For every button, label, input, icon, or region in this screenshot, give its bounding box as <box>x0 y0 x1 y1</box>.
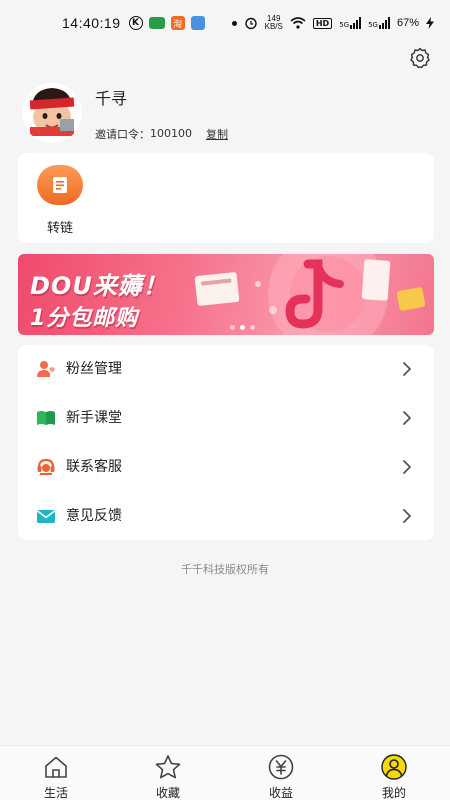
taobao-app-icon: 淘 <box>170 16 185 30</box>
tab-favorites[interactable]: 收藏 <box>138 754 198 800</box>
user-icon <box>380 754 408 780</box>
bottom-tab-bar: 生活 收藏 收益 我的 <box>0 745 450 800</box>
k-app-icon: K <box>128 16 143 30</box>
menu-label: 联系客服 <box>66 459 122 475</box>
invite-label: 邀请口令： <box>95 127 150 141</box>
charging-icon <box>426 17 434 29</box>
network-speed: 149 KB/S <box>265 15 283 31</box>
username: 千寻 <box>95 88 128 108</box>
tab-label: 我的 <box>381 786 406 800</box>
pager-dot <box>250 325 255 330</box>
avatar-image <box>22 83 82 143</box>
feedback-mail-icon <box>36 507 56 525</box>
banner-headline: DOU来薅！ <box>30 272 168 300</box>
chevron-right-icon <box>403 509 411 523</box>
network-type-1: 5G <box>339 21 350 29</box>
tab-label: 收藏 <box>155 786 180 800</box>
avatar[interactable] <box>22 83 82 143</box>
speed-unit: KB/S <box>264 22 283 31</box>
menu-item-feedback[interactable]: 意见反馈 <box>18 492 434 540</box>
hd-icon: HD <box>312 17 333 29</box>
menu-item-fans[interactable]: 粉丝管理 <box>18 345 434 393</box>
customer-service-icon <box>36 458 56 476</box>
tab-life[interactable]: 生活 <box>26 754 86 800</box>
menu-list: 粉丝管理 新手课堂 联系客服 意见反馈 <box>18 345 434 540</box>
signal-5g-2: 5G <box>368 17 390 29</box>
settings-button[interactable] <box>408 46 432 70</box>
banner-pager <box>230 325 255 330</box>
menu-label: 粉丝管理 <box>66 361 122 377</box>
menu-item-customer-service[interactable]: 联系客服 <box>18 443 434 491</box>
chevron-right-icon <box>403 460 411 474</box>
book-icon <box>36 409 56 427</box>
menu-item-tutorial[interactable]: 新手课堂 <box>18 394 434 442</box>
chevron-right-icon <box>403 362 411 376</box>
yuan-icon <box>267 754 295 780</box>
copy-invite-button[interactable]: 复制 <box>206 126 228 142</box>
banner-subheadline: 1分包邮购 <box>30 306 139 331</box>
invite-row: 邀请口令： 100100 复制 <box>95 126 228 142</box>
home-icon <box>42 754 70 780</box>
notification-dot-icon <box>231 20 237 26</box>
copyright-text: 千千科技版权所有 <box>181 563 269 576</box>
menu-label: 意见反馈 <box>66 508 122 524</box>
tools-card: 转链 <box>18 153 434 243</box>
battery-level: 67% <box>396 17 419 29</box>
tab-earnings[interactable]: 收益 <box>251 754 311 800</box>
pager-dot <box>230 325 235 330</box>
profile-info: 千寻 邀请口令： 100100 复制 <box>95 85 228 142</box>
tab-label: 收益 <box>268 786 293 800</box>
blue-app-icon <box>190 16 205 30</box>
signal-5g-1: 5G <box>339 17 362 29</box>
alarm-icon <box>244 17 257 30</box>
profile-header: 千寻 邀请口令： 100100 复制 <box>22 78 228 148</box>
gear-icon <box>410 47 430 69</box>
pager-dot-active <box>240 325 245 330</box>
tab-mine[interactable]: 我的 <box>364 754 424 800</box>
status-bar: 14:40:19 K 淘 149 KB/S HD 5G 5G 67% <box>0 0 450 46</box>
tab-label: 生活 <box>43 786 68 800</box>
status-time: 14:40:19 <box>62 15 121 31</box>
tool-convert-link[interactable]: 转链 <box>34 165 86 236</box>
signal-bars-icon <box>378 17 390 29</box>
link-convert-icon <box>37 165 83 205</box>
star-icon <box>154 754 182 780</box>
chevron-right-icon <box>403 411 411 425</box>
tool-label: 转链 <box>46 221 73 236</box>
green-app-icon <box>148 17 165 29</box>
wifi-icon <box>290 17 306 29</box>
signal-bars-icon <box>350 17 362 29</box>
network-type-2: 5G <box>368 21 378 29</box>
fans-icon <box>36 360 56 378</box>
menu-label: 新手课堂 <box>66 410 122 426</box>
promo-banner[interactable]: DOU来薅！ 1分包邮购 <box>18 254 434 335</box>
invite-code: 100100 <box>150 127 192 140</box>
